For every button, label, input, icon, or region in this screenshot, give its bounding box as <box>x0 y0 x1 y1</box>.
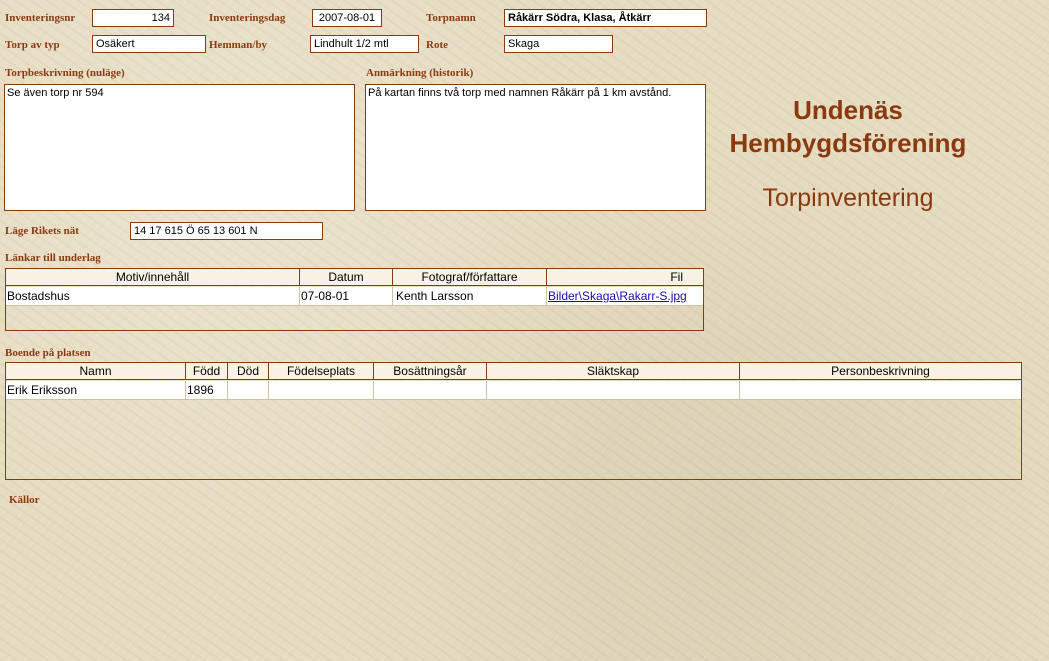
links-header: Motiv/innehåll Datum Fotograf/författare… <box>6 269 703 286</box>
links-label: Länkar till underlag <box>5 252 101 264</box>
residents-cell-fodd[interactable]: 1896 <box>186 381 228 399</box>
residents-cell-namn[interactable]: Erik Eriksson <box>6 381 186 399</box>
residents-col-personbeskrivning[interactable]: Personbeskrivning <box>740 363 1021 379</box>
residents-cell-personbeskrivning[interactable] <box>740 381 1021 399</box>
residents-col-slaktskap[interactable]: Släktskap <box>487 363 740 379</box>
residents-label: Boende på platsen <box>5 347 91 359</box>
links-cell-datum[interactable]: 07-08-01 <box>300 287 393 305</box>
inventeringsnr-field[interactable]: 134 <box>92 9 174 27</box>
residents-cell-slaktskap[interactable] <box>487 381 740 399</box>
residents-header: Namn Född Död Födelseplats Bosättningsår… <box>6 363 1021 380</box>
residents-cell-bosattningsar[interactable] <box>374 381 487 399</box>
torpnamn-field[interactable]: Råkärr Södra, Klasa, Åtkärr <box>504 9 707 27</box>
torp-typ-field[interactable]: Osäkert <box>92 35 206 53</box>
inventeringsdag-field[interactable]: 2007-08-01 <box>312 9 382 27</box>
title-line2: Hembygdsförening <box>729 128 967 158</box>
title-line1: Undenäs <box>793 95 903 125</box>
residents-col-namn[interactable]: Namn <box>6 363 186 379</box>
torpbeskrivning-label: Torpbeskrivning (nuläge) <box>5 67 125 79</box>
sources-label: Källor <box>9 494 40 506</box>
residents-cell-fodelseplats[interactable] <box>269 381 374 399</box>
links-cell-motiv[interactable]: Bostadshus <box>6 287 300 305</box>
residents-col-fodd[interactable]: Född <box>186 363 228 379</box>
anmarkning-textarea[interactable]: På kartan finns två torp med namnen Råkä… <box>365 84 706 211</box>
table-row[interactable]: Erik Eriksson 1896 <box>6 381 1021 400</box>
links-col-fotograf[interactable]: Fotograf/författare <box>393 269 547 285</box>
subtitle: Torpinventering <box>762 184 934 212</box>
anmarkning-label: Anmärkning (historik) <box>366 67 474 79</box>
rote-label: Rote <box>426 39 448 51</box>
hemman-field[interactable]: Lindhult 1/2 mtl <box>310 35 419 53</box>
table-row[interactable]: Bostadshus 07-08-01 Kenth Larsson Bilder… <box>6 287 703 306</box>
residents-col-bosattningsar[interactable]: Bosättningsår <box>374 363 487 379</box>
residents-cell-dod[interactable] <box>228 381 269 399</box>
residents-table: Namn Född Död Födelseplats Bosättningsår… <box>5 362 1022 480</box>
links-col-motiv[interactable]: Motiv/innehåll <box>6 269 300 285</box>
links-col-fil[interactable]: Fil <box>547 269 703 285</box>
residents-col-fodelseplats[interactable]: Födelseplats <box>269 363 374 379</box>
torpnamn-label: Torpnamn <box>426 12 476 24</box>
inventeringsdag-label: Inventeringsdag <box>209 12 286 24</box>
links-col-datum[interactable]: Datum <box>300 269 393 285</box>
torpbeskrivning-textarea[interactable]: Se även torp nr 594 <box>4 84 355 211</box>
links-table: Motiv/innehåll Datum Fotograf/författare… <box>5 268 704 331</box>
position-field[interactable]: 14 17 615 Ö 65 13 601 N <box>130 222 323 240</box>
links-cell-fil[interactable]: Bilder\Skaga\Rakarr-S.jpg <box>547 287 703 305</box>
position-label: Läge Rikets nät <box>5 225 79 237</box>
rote-field[interactable]: Skaga <box>504 35 613 53</box>
links-cell-fotograf[interactable]: Kenth Larsson <box>393 287 547 305</box>
inventeringsnr-label: Inventeringsnr <box>5 12 76 24</box>
file-link[interactable]: Bilder\Skaga\Rakarr-S.jpg <box>548 289 687 303</box>
torp-typ-label: Torp av typ <box>5 39 60 51</box>
residents-col-dod[interactable]: Död <box>228 363 269 379</box>
hemman-label: Hemman/by <box>209 39 268 51</box>
